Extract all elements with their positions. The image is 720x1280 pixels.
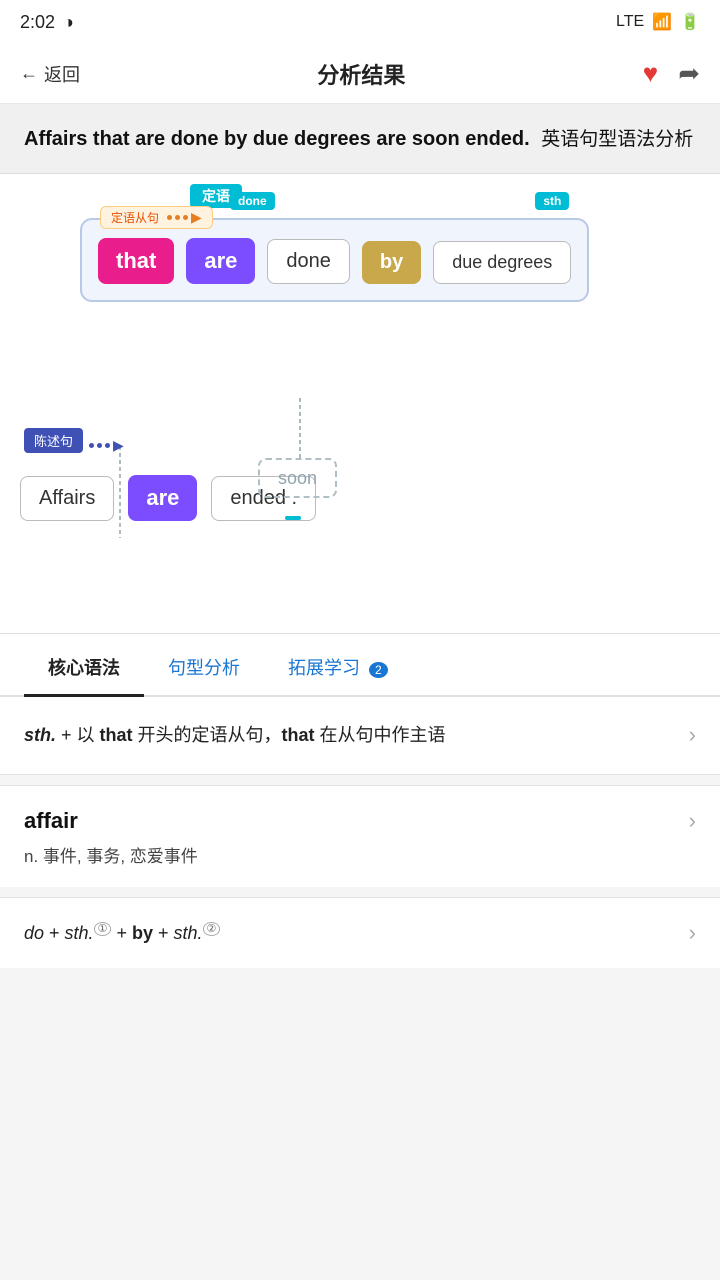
word-by[interactable]: by <box>362 241 421 284</box>
main-clause-group: 陈述句 ▶ soon Affairs <box>20 428 316 521</box>
relative-clause-group: 定语 定语从句 ▶ done sth <box>80 218 589 302</box>
declarative-label: 陈述句 <box>24 428 83 453</box>
affairs-word: Affairs <box>20 476 114 521</box>
chevron-right-icon: › <box>689 722 696 748</box>
grammar-chevron-icon: › <box>689 920 696 946</box>
expand-badge: 2 <box>369 662 388 678</box>
word-are1[interactable]: are <box>186 238 255 284</box>
vocab-word: affair <box>24 808 78 834</box>
back-button[interactable]: ← 返回 <box>20 61 80 87</box>
tab-expand[interactable]: 拓展学习 2 <box>264 636 412 697</box>
that-word: that <box>98 238 174 284</box>
grammar-pattern-card[interactable]: do + sth.① + by + sth.② › <box>0 897 720 968</box>
are2-word: are <box>128 475 197 521</box>
due-degrees-word: due degrees <box>433 241 571 284</box>
sentence-text: Affairs that are done by due degrees are… <box>24 124 696 155</box>
english-sentence: Affairs that are done by due degrees are… <box>24 128 530 150</box>
word-done[interactable]: done <box>267 239 350 284</box>
sentence-header: Affairs that are done by due degrees are… <box>0 104 720 174</box>
page-title: 分析结果 <box>317 58 405 90</box>
word-are2[interactable]: are <box>128 475 197 521</box>
done2-tag <box>285 516 301 520</box>
tab-core[interactable]: 核心语法 <box>24 636 144 697</box>
soon-word: soon <box>258 458 337 498</box>
vocab-chevron-icon: › <box>689 808 696 834</box>
vocab-definition: n. 事件, 事务, 恋爱事件 <box>0 842 720 887</box>
vocab-card-top[interactable]: affair › <box>0 786 720 842</box>
signal-icon: 📶 <box>652 12 672 32</box>
clause-inner-label: 定语从句 ▶ <box>100 206 213 229</box>
nav-actions: ♥ ➦ <box>643 58 700 89</box>
chinese-label: 英语句型语法分析 <box>541 129 693 150</box>
tab-sentence[interactable]: 句型分析 <box>144 636 264 697</box>
status-bar: 2:02 ◑ LTE 📶 🔋 <box>0 0 720 44</box>
rel-clause-box: 定语从句 ▶ done sth that <box>80 218 589 302</box>
lte-label: LTE <box>616 13 644 31</box>
word-that[interactable]: that <box>98 238 174 284</box>
sth-tag: sth <box>535 192 569 210</box>
share-button[interactable]: ➦ <box>678 58 700 89</box>
by-word: by <box>362 241 421 284</box>
done-tag: done <box>230 192 275 210</box>
battery-icon: 🔋 <box>680 12 700 32</box>
back-label: 返回 <box>44 61 80 87</box>
top-nav: ← 返回 分析结果 ♥ ➦ <box>0 44 720 104</box>
are1-word: are <box>186 238 255 284</box>
grammar-card-text: sth. + 以 that 开头的定语从句，that 在从句中作主语 <box>24 721 677 751</box>
vocab-card: affair › n. 事件, 事务, 恋爱事件 <box>0 785 720 887</box>
favorite-button[interactable]: ♥ <box>643 58 658 89</box>
time-display: 2:02 <box>20 12 55 33</box>
half-circle-icon: ◑ <box>63 12 74 33</box>
diagram-area: 定语 定语从句 ▶ done sth <box>0 174 720 634</box>
word-affairs[interactable]: Affairs <box>20 476 114 521</box>
tabs-bar: 核心语法 句型分析 拓展学习 2 <box>0 634 720 697</box>
grammar-pattern-text: do + sth.① + by + sth.② <box>24 922 677 944</box>
back-arrow-icon: ← <box>20 63 38 84</box>
done-word: done <box>267 239 350 284</box>
word-due-degrees[interactable]: due degrees <box>433 241 571 284</box>
grammar-card-1[interactable]: sth. + 以 that 开头的定语从句，that 在从句中作主语 › <box>0 697 720 776</box>
diagram-inner: 定语 定语从句 ▶ done sth <box>20 198 700 598</box>
